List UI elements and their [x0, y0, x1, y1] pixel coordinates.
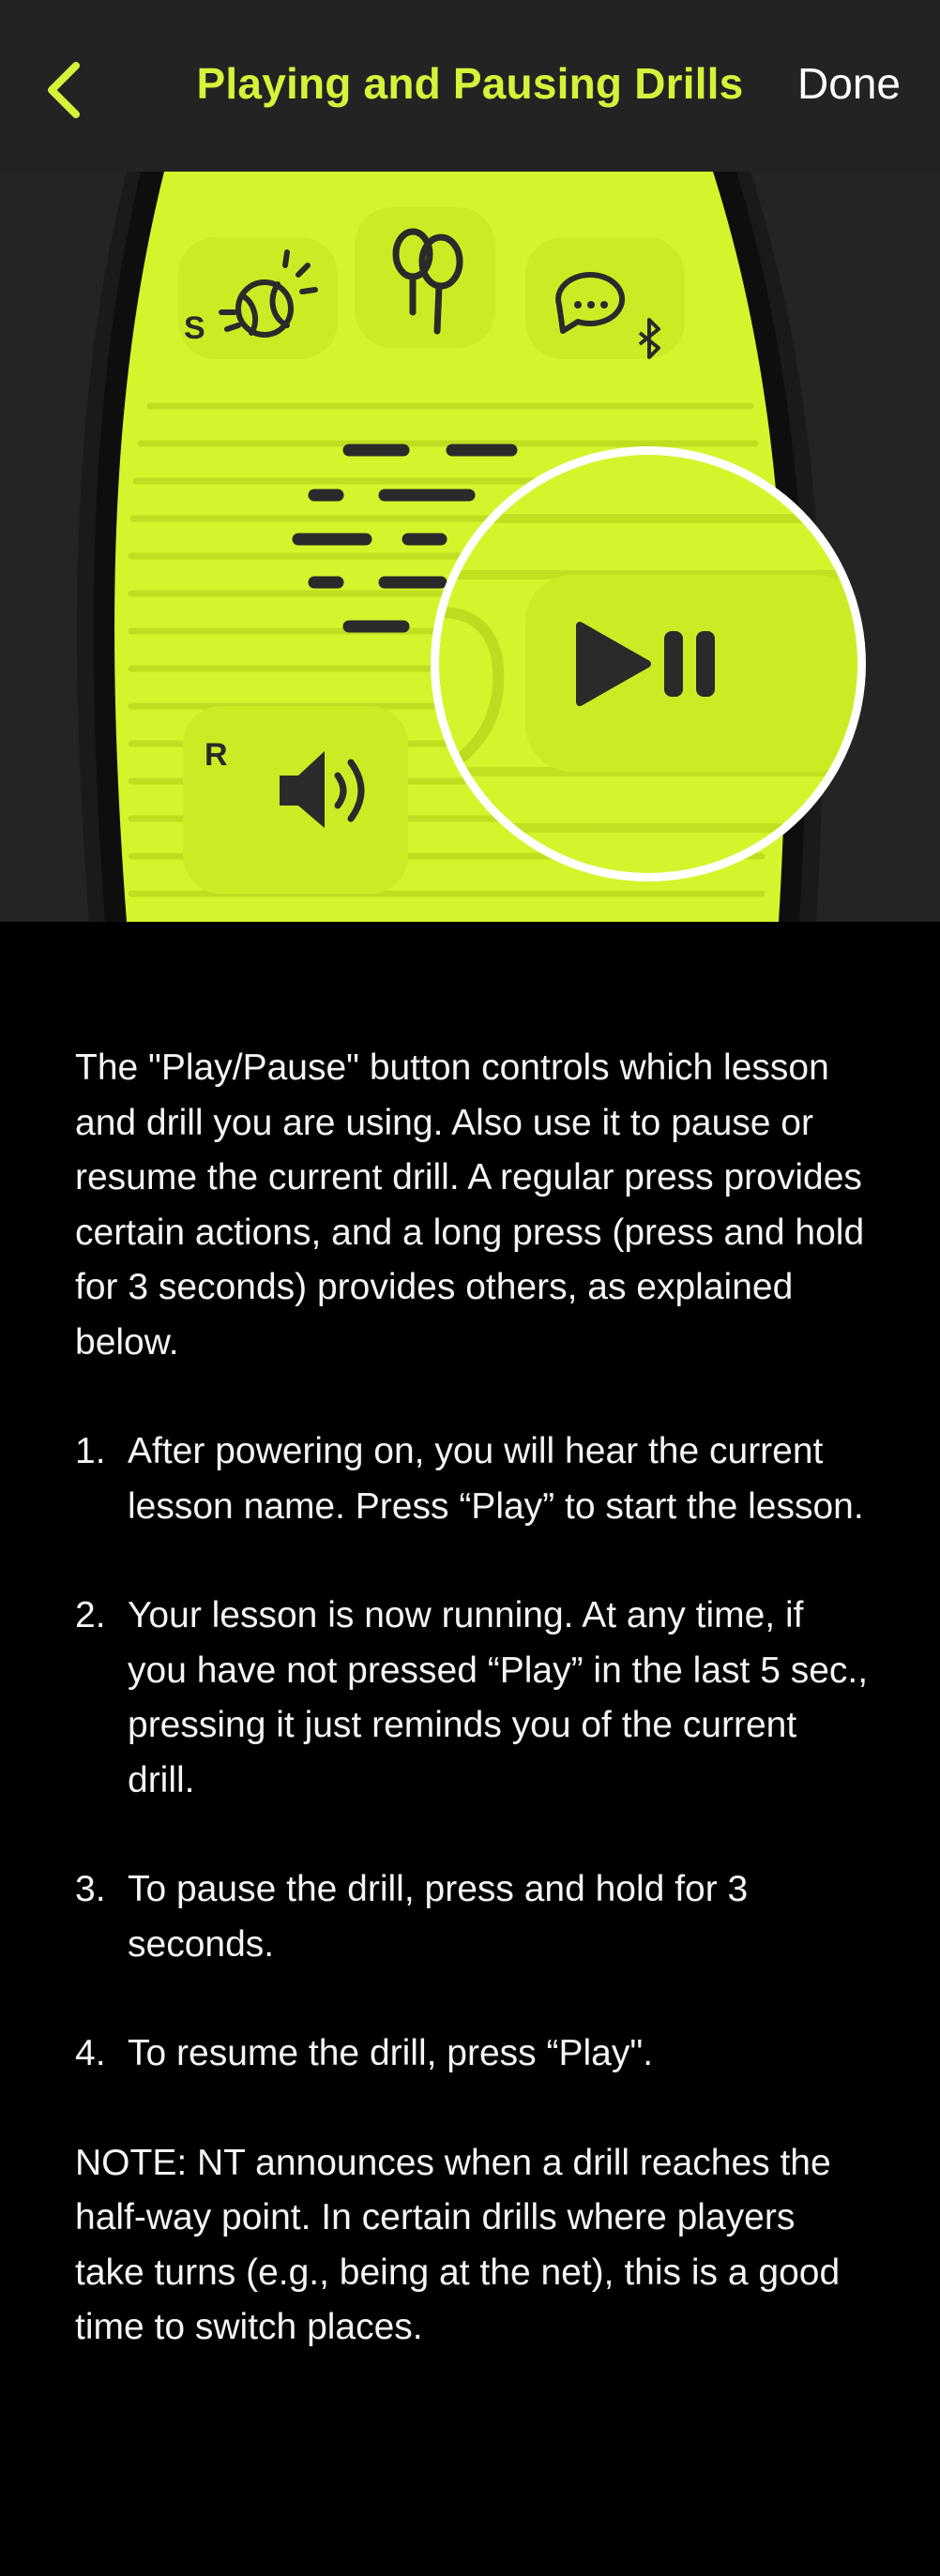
- intro-paragraph: The "Play/Pause" button controls which l…: [75, 1047, 865, 1363]
- instructions: The "Play/Pause" button controls which l…: [75, 1041, 872, 2356]
- step-text: After powering on, you will hear the cur…: [128, 1431, 864, 1527]
- device-illustration: S R: [0, 172, 940, 922]
- done-button[interactable]: Done: [797, 58, 901, 109]
- list-item: 1. After powering on, you will hear the …: [75, 1424, 872, 1534]
- list-item: 3. To pause the drill, press and hold fo…: [75, 1862, 872, 1972]
- step-text: Your lesson is now running. At any time,…: [128, 1595, 869, 1800]
- step-number: 1.: [75, 1431, 106, 1471]
- step-number: 2.: [75, 1595, 106, 1635]
- screen: Playing and Pausing Drills Done S R The …: [0, 0, 940, 2576]
- step-number: 3.: [75, 1869, 106, 1909]
- note-paragraph: NOTE: NT announces when a drill reaches …: [75, 2142, 841, 2348]
- list-item: 2. Your lesson is now running. At any ti…: [75, 1589, 872, 1808]
- navigation-bar: Playing and Pausing Drills Done: [0, 0, 940, 172]
- repeat-label: R: [205, 737, 228, 773]
- serve-label: S: [184, 310, 205, 346]
- list-item: 4. To resume the drill, press “Play".: [75, 2026, 872, 2082]
- step-text: To pause the drill, press and hold for 3…: [128, 1869, 749, 1965]
- step-number: 4.: [75, 2033, 106, 2073]
- step-text: To resume the drill, press “Play".: [128, 2033, 654, 2073]
